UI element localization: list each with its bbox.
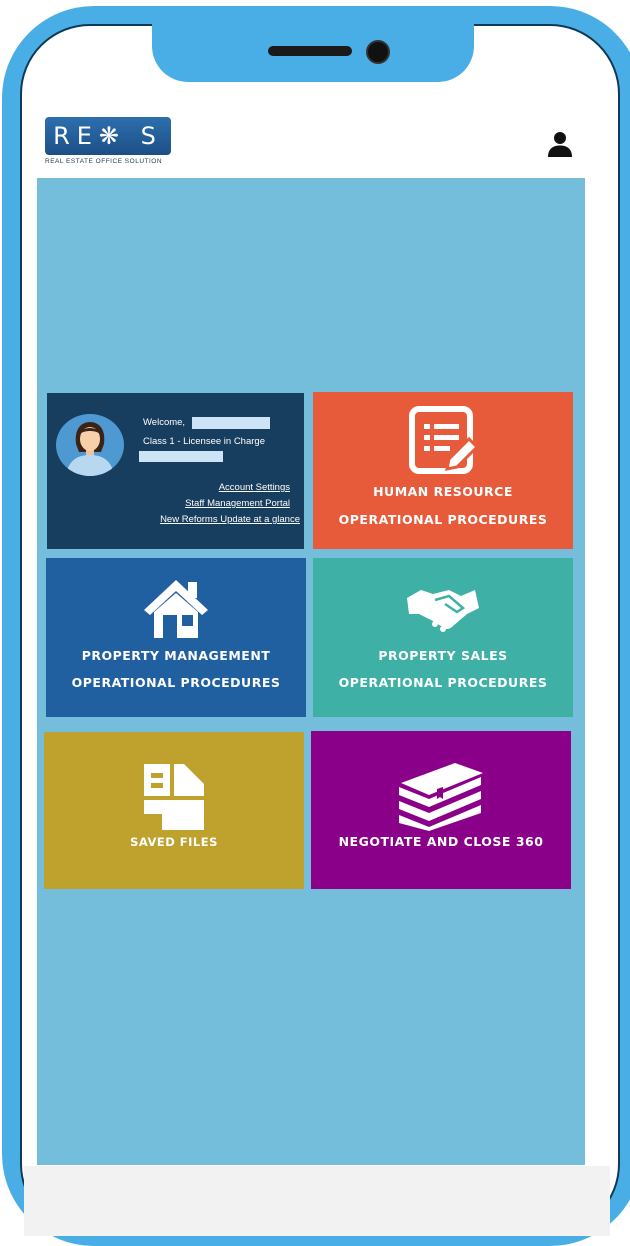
hr-procedures-tile[interactable]: HUMAN RESOURCE OPERATIONAL PROCEDURES [313,392,573,549]
property-sales-tile[interactable]: PROPERTY SALES OPERATIONAL PROCEDURES [313,558,573,717]
reos-logo[interactable]: RE❋ S [45,117,171,155]
hr-title-line1: HUMAN RESOURCE [373,484,513,499]
handshake-icon [407,590,479,632]
staff-portal-link[interactable]: Staff Management Portal [185,498,290,509]
saved-files-tile[interactable]: SAVED FILES [44,732,304,889]
pm-title-line1: PROPERTY MANAGEMENT [81,648,271,663]
files-icon [144,764,204,830]
negotiate-label: NEGOTIATE AND CLOSE 360 [338,834,544,849]
ps-title-line2: OPERATIONAL PROCEDURES [338,675,548,690]
bottom-bar [24,1166,610,1236]
welcome-card: Welcome, Class 1 - Licensee in Charge Ac… [47,393,304,549]
pm-title-line2: OPERATIONAL PROCEDURES [71,675,281,690]
logo-subtitle: REAL ESTATE OFFICE SOLUTION [45,158,163,165]
account-settings-link[interactable]: Account Settings [219,482,290,493]
person-icon [548,132,572,157]
redacted-detail [139,451,223,462]
user-avatar-icon [59,414,121,476]
books-icon [399,763,483,831]
user-role: Class 1 - Licensee in Charge [143,436,265,447]
camera-icon [366,40,390,64]
house-icon [144,580,208,638]
hr-title-line2: OPERATIONAL PROCEDURES [338,512,548,527]
redacted-name [192,417,270,429]
logo-text: RE❋ S [53,122,163,150]
welcome-label: Welcome, [143,417,186,428]
speaker-icon [268,46,352,56]
document-edit-icon [409,406,480,474]
property-management-tile[interactable]: PROPERTY MANAGEMENT OPERATIONAL PROCEDUR… [46,558,306,717]
negotiate-close-tile[interactable]: NEGOTIATE AND CLOSE 360 [311,731,571,889]
reforms-update-link[interactable]: New Reforms Update at a glance [160,514,300,525]
saved-files-label: SAVED FILES [130,835,218,849]
profile-button[interactable] [546,130,574,158]
avatar [56,414,124,476]
ps-title-line1: PROPERTY SALES [378,648,508,663]
